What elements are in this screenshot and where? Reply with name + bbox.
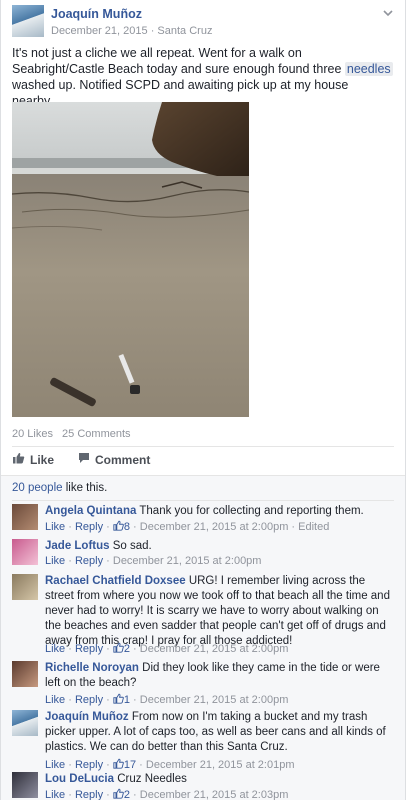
comment-meta: Like · Reply · 8 · December 21, 2015 at … bbox=[45, 520, 329, 533]
comment-meta: Like · Reply · 2 · December 21, 2015 at … bbox=[45, 642, 288, 655]
divider bbox=[12, 500, 394, 501]
comment-like-link[interactable]: Like bbox=[45, 694, 65, 706]
thumbs-up-icon bbox=[113, 520, 124, 533]
commenter-avatar[interactable] bbox=[12, 574, 38, 600]
comment-meta: Like · Reply · December 21, 2015 at 2:00… bbox=[45, 555, 261, 567]
meta-dot: · bbox=[288, 521, 299, 533]
comment-timestamp[interactable]: December 21, 2015 at 2:00pm bbox=[113, 555, 262, 567]
chevron-down-icon[interactable] bbox=[383, 8, 393, 20]
post-text-before: It's not just a cliche we all repeat. We… bbox=[12, 46, 345, 76]
commenter-name[interactable]: Angela Quintana bbox=[45, 505, 136, 517]
comment-button[interactable]: Comment bbox=[78, 452, 150, 467]
likes-people-link[interactable]: 20 people bbox=[12, 482, 63, 494]
thumbs-up-icon bbox=[113, 758, 124, 771]
meta-dot: · bbox=[103, 555, 113, 567]
meta-dot: · bbox=[103, 759, 113, 771]
comment-like-link[interactable]: Like bbox=[45, 555, 65, 567]
commenter-avatar[interactable] bbox=[12, 710, 38, 736]
commenter-name[interactable]: Lou DeLucia bbox=[45, 773, 114, 785]
post-hashtag-needles[interactable]: needles bbox=[344, 62, 393, 76]
post-header: Joaquín Muñoz December 21, 2015 · Santa … bbox=[12, 5, 396, 37]
commenter-avatar[interactable] bbox=[12, 661, 38, 687]
comment-timestamp[interactable]: December 21, 2015 at 2:03pm bbox=[140, 789, 289, 800]
comment-like-link[interactable]: Like bbox=[45, 643, 65, 655]
post-counts: 20 Likes 25 Comments bbox=[12, 428, 137, 440]
like-button[interactable]: Like bbox=[12, 452, 54, 467]
feed-post: Joaquín Muñoz December 21, 2015 · Santa … bbox=[0, 0, 406, 800]
comment-timestamp[interactable]: December 21, 2015 at 2:00pm bbox=[140, 521, 289, 533]
thumbs-up-icon bbox=[113, 788, 124, 800]
comment-like-link[interactable]: Like bbox=[45, 521, 65, 533]
comment-reply-link[interactable]: Reply bbox=[75, 789, 103, 800]
comment-body: So sad. bbox=[112, 540, 152, 552]
comment-timestamp[interactable]: December 21, 2015 at 2:00pm bbox=[140, 643, 289, 655]
comment-text: Lou DeLucia Cruz Needles bbox=[45, 772, 395, 787]
post-location[interactable]: Santa Cruz bbox=[157, 25, 212, 37]
comment-reply-link[interactable]: Reply bbox=[75, 694, 103, 706]
comment-reply-link[interactable]: Reply bbox=[75, 521, 103, 533]
commenter-avatar[interactable] bbox=[12, 504, 38, 530]
comment-like-link[interactable]: Like bbox=[45, 759, 65, 771]
thumbs-up-icon bbox=[113, 693, 124, 706]
comments-section: 20 people like this. Angela Quintana Tha… bbox=[1, 476, 405, 800]
commenter-name[interactable]: Jade Loftus bbox=[45, 540, 110, 552]
comment-meta: Like · Reply · 2 · December 21, 2015 at … bbox=[45, 788, 288, 800]
commenter-name[interactable]: Joaquín Muñoz bbox=[45, 711, 129, 723]
likes-summary-rest: like this. bbox=[62, 482, 108, 494]
comment-timestamp[interactable]: December 21, 2015 at 2:00pm bbox=[140, 694, 289, 706]
meta-dot: · bbox=[130, 521, 140, 533]
comment-icon bbox=[78, 452, 90, 467]
comment-like-count[interactable]: 17 bbox=[124, 759, 136, 771]
post-text: It's not just a cliche we all repeat. We… bbox=[12, 45, 396, 109]
meta-dot: · bbox=[103, 521, 113, 533]
comment-timestamp[interactable]: December 21, 2015 at 2:01pm bbox=[146, 759, 295, 771]
post-date[interactable]: December 21, 2015 bbox=[51, 25, 148, 37]
post-meta: December 21, 2015 · Santa Cruz bbox=[51, 25, 212, 37]
comment-reply-link[interactable]: Reply bbox=[75, 555, 103, 567]
like-label: Like bbox=[30, 452, 55, 467]
meta-dot: · bbox=[103, 643, 113, 655]
meta-dot: · bbox=[103, 694, 113, 706]
comment-text: Joaquín Muñoz From now on I'm taking a b… bbox=[45, 710, 395, 755]
comment-edited[interactable]: Edited bbox=[298, 521, 329, 533]
thumbs-up-icon bbox=[113, 642, 124, 655]
author-avatar[interactable] bbox=[12, 5, 44, 37]
comment-meta: Like · Reply · 1 · December 21, 2015 at … bbox=[45, 693, 288, 706]
meta-dot: · bbox=[103, 789, 113, 800]
meta-dot: · bbox=[65, 521, 75, 533]
meta-dot: · bbox=[65, 643, 75, 655]
like-icon bbox=[12, 452, 25, 467]
beach-photo-image bbox=[12, 102, 249, 417]
comment-reply-link[interactable]: Reply bbox=[75, 759, 103, 771]
meta-dot: · bbox=[130, 694, 140, 706]
meta-dot: · bbox=[65, 789, 75, 800]
divider bbox=[12, 446, 394, 447]
comments-count[interactable]: 25 Comments bbox=[62, 428, 130, 440]
meta-dot: · bbox=[136, 759, 146, 771]
comment-text: Jade Loftus So sad. bbox=[45, 539, 395, 554]
meta-dot: · bbox=[130, 789, 140, 800]
meta-separator: · bbox=[150, 25, 155, 37]
commenter-name[interactable]: Rachael Chatfield Doxsee bbox=[45, 575, 186, 587]
comment-body: Cruz Needles bbox=[117, 773, 187, 785]
post-author-name[interactable]: Joaquín Muñoz bbox=[51, 7, 142, 21]
commenter-avatar[interactable] bbox=[12, 539, 38, 565]
post-photo[interactable] bbox=[12, 102, 249, 417]
meta-dot: · bbox=[65, 694, 75, 706]
meta-dot: · bbox=[65, 555, 75, 567]
comment-text: Angela Quintana Thank you for collecting… bbox=[45, 504, 395, 519]
commenter-avatar[interactable] bbox=[12, 772, 38, 798]
meta-dot: · bbox=[130, 643, 140, 655]
comment-text: Rachael Chatfield Doxsee URG! I remember… bbox=[45, 574, 395, 649]
commenter-name[interactable]: Richelle Noroyan bbox=[45, 662, 139, 674]
comment-body: Thank you for collecting and reporting t… bbox=[139, 505, 364, 517]
comment-text: Richelle Noroyan Did they look like they… bbox=[45, 661, 395, 691]
comment-label: Comment bbox=[95, 452, 151, 467]
meta-dot: · bbox=[65, 759, 75, 771]
likes-summary: 20 people like this. bbox=[12, 482, 107, 494]
likes-count[interactable]: 20 Likes bbox=[12, 428, 53, 440]
comment-reply-link[interactable]: Reply bbox=[75, 643, 103, 655]
comment-like-link[interactable]: Like bbox=[45, 789, 65, 800]
comment-meta: Like · Reply · 17 · December 21, 2015 at… bbox=[45, 758, 295, 771]
